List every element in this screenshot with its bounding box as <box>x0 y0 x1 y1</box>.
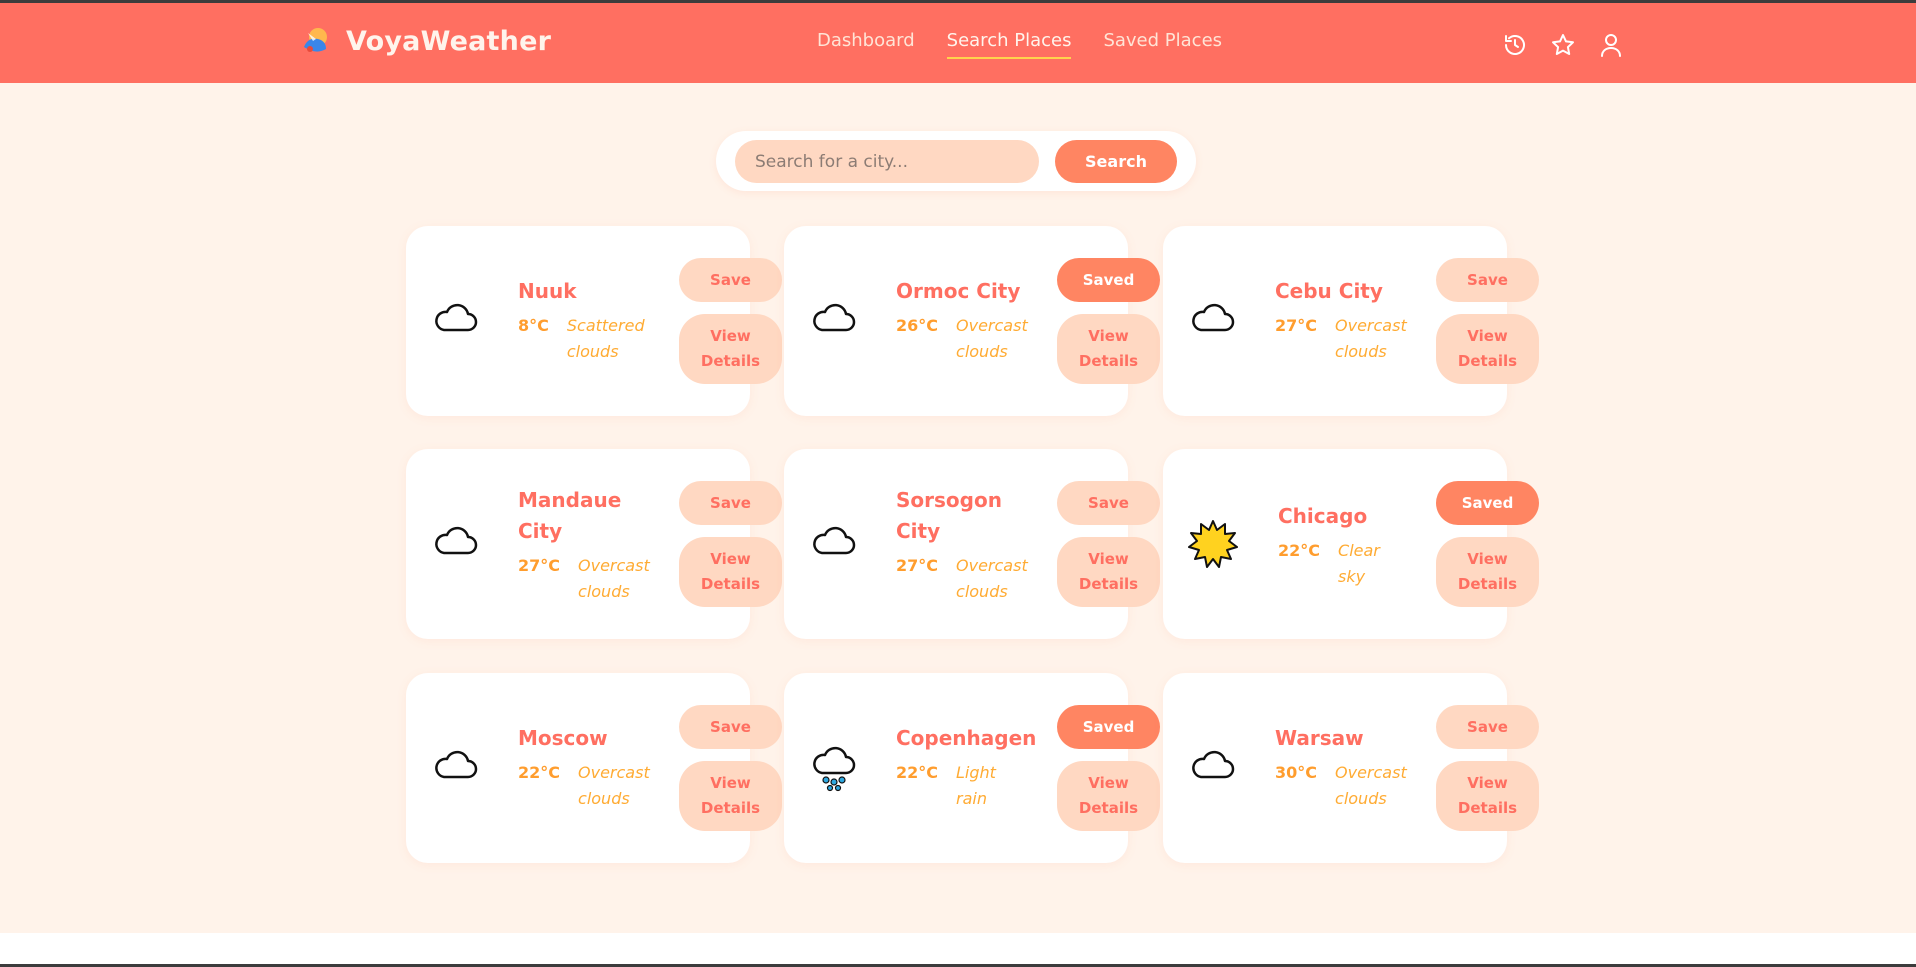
card-info: Copenhagen 22°C Light rain <box>896 723 1056 812</box>
city-name: Sorsogon City <box>896 488 1002 543</box>
search-bar: Search <box>716 131 1196 191</box>
view-details-button[interactable]: View Details <box>1057 761 1160 831</box>
save-button[interactable]: Save <box>679 481 782 525</box>
cloud-icon <box>431 743 481 793</box>
save-button[interactable]: Save <box>1057 481 1160 525</box>
search-button[interactable]: Search <box>1055 140 1177 183</box>
weather-description: Light rain <box>956 763 996 808</box>
card-info: Warsaw 30°C Overcast clouds <box>1275 723 1425 812</box>
card-info: Chicago 22°C Clear sky <box>1278 501 1408 590</box>
weather-card: Nuuk 8°C Scattered clouds Save View Deta… <box>406 226 782 416</box>
weather-card: Mandaue City 27°C Overcast clouds Save V… <box>406 449 782 639</box>
city-name: Cebu City <box>1275 279 1383 303</box>
nav-icon-group <box>1502 32 1624 58</box>
weather-description: Overcast clouds <box>578 556 650 601</box>
star-icon[interactable] <box>1550 32 1576 58</box>
cloud-icon <box>1188 296 1238 346</box>
view-details-button[interactable]: View Details <box>1436 537 1539 607</box>
city-name: Moscow <box>518 726 608 750</box>
save-button[interactable]: Save <box>679 258 782 302</box>
search-input[interactable] <box>735 140 1039 183</box>
weather-card: Warsaw 30°C Overcast clouds Save View De… <box>1163 673 1539 863</box>
logo-icon <box>298 23 334 59</box>
view-details-button[interactable]: View Details <box>679 537 782 607</box>
weather-description: Overcast clouds <box>1335 763 1407 808</box>
view-details-button[interactable]: View Details <box>1436 761 1539 831</box>
save-button[interactable]: Save <box>679 705 782 749</box>
cloud-icon <box>809 519 859 569</box>
rain-cloud-icon <box>809 743 859 793</box>
temperature: 27°C <box>896 556 939 575</box>
nav-saved-places[interactable]: Saved Places <box>1103 30 1222 59</box>
weather-card: Chicago 22°C Clear sky Saved View Detail… <box>1163 449 1539 639</box>
city-name: Copenhagen <box>896 726 1037 750</box>
weather-description: Clear sky <box>1338 541 1380 586</box>
temperature: 22°C <box>518 763 561 782</box>
cloud-icon <box>431 519 481 569</box>
weather-description: Overcast clouds <box>956 556 1028 601</box>
save-button[interactable]: Save <box>1436 705 1539 749</box>
weather-description: Overcast clouds <box>1335 316 1407 361</box>
user-icon[interactable] <box>1598 32 1624 58</box>
weather-card: Sorsogon City 27°C Overcast clouds Save … <box>784 449 1160 639</box>
saved-button[interactable]: Saved <box>1057 705 1160 749</box>
card-info: Mandaue City 27°C Overcast clouds <box>518 485 650 605</box>
temperature: 22°C <box>896 763 939 782</box>
nav-search-places[interactable]: Search Places <box>946 30 1072 59</box>
city-name: Ormoc City <box>896 279 1021 303</box>
temperature: 26°C <box>896 316 939 335</box>
nav-dashboard[interactable]: Dashboard <box>817 30 915 59</box>
weather-card: Copenhagen 22°C Light rain Saved View De… <box>784 673 1160 863</box>
view-details-button[interactable]: View Details <box>1436 314 1539 384</box>
save-button[interactable]: Save <box>1436 258 1539 302</box>
sun-icon <box>1188 519 1238 569</box>
temperature: 27°C <box>518 556 561 575</box>
city-name: Warsaw <box>1275 726 1364 750</box>
cloud-icon <box>1188 743 1238 793</box>
app-name: VoyaWeather <box>346 25 552 57</box>
cloud-icon <box>431 296 481 346</box>
cloud-icon <box>809 296 859 346</box>
view-details-button[interactable]: View Details <box>1057 537 1160 607</box>
weather-card: Cebu City 27°C Overcast clouds Save View… <box>1163 226 1539 416</box>
temperature: 22°C <box>1278 541 1321 560</box>
card-info: Ormoc City 26°C Overcast clouds <box>896 276 1046 365</box>
weather-card: Moscow 22°C Overcast clouds Save View De… <box>406 673 782 863</box>
temperature: 30°C <box>1275 763 1318 782</box>
temperature: 27°C <box>1275 316 1318 335</box>
saved-button[interactable]: Saved <box>1436 481 1539 525</box>
view-details-button[interactable]: View Details <box>679 761 782 831</box>
city-name: Nuuk <box>518 279 577 303</box>
card-info: Nuuk 8°C Scattered clouds <box>518 276 668 365</box>
city-name: Chicago <box>1278 504 1368 528</box>
main-nav: Dashboard Search Places Saved Places <box>817 30 1222 59</box>
card-info: Moscow 22°C Overcast clouds <box>518 723 668 812</box>
saved-button[interactable]: Saved <box>1057 258 1160 302</box>
main-content: Search Nuuk 8°C Scattered clouds Save Vi… <box>0 83 1916 933</box>
weather-description: Scattered clouds <box>566 316 645 361</box>
weather-description: Overcast clouds <box>578 763 650 808</box>
navbar: VoyaWeather Dashboard Search Places Save… <box>0 3 1916 83</box>
card-info: Sorsogon City 27°C Overcast clouds <box>896 485 1028 605</box>
brand[interactable]: VoyaWeather <box>298 23 551 59</box>
history-icon[interactable] <box>1502 32 1528 58</box>
weather-card: Ormoc City 26°C Overcast clouds Saved Vi… <box>784 226 1160 416</box>
view-details-button[interactable]: View Details <box>1057 314 1160 384</box>
temperature: 8°C <box>518 316 549 335</box>
card-info: Cebu City 27°C Overcast clouds <box>1275 276 1425 365</box>
weather-description: Overcast clouds <box>956 316 1028 361</box>
city-name: Mandaue City <box>518 488 622 543</box>
view-details-button[interactable]: View Details <box>679 314 782 384</box>
